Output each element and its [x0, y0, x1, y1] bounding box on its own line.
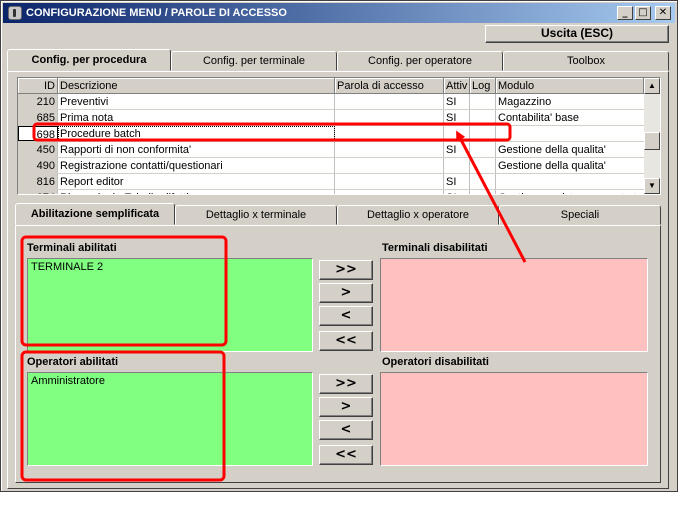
sub-tab-strip: Abilitazione semplificata Dettaglio x te… [15, 203, 661, 225]
cell-id[interactable]: 816 [18, 174, 58, 189]
terminals-move-left-button[interactable]: < [319, 306, 373, 326]
operators-enabled-list[interactable]: Amministratore [27, 372, 313, 466]
list-item[interactable]: Amministratore [31, 375, 309, 387]
cell-id[interactable]: 698 [18, 126, 58, 141]
cell-id[interactable]: 450 [18, 142, 58, 157]
terminals-enabled-label: Terminali abilitati [27, 242, 117, 254]
tab-config-operatore[interactable]: Config. per operatore [337, 51, 503, 71]
col-header-id[interactable]: ID [18, 78, 58, 93]
cell-id[interactable]: 674 [18, 190, 58, 194]
cell-log[interactable] [470, 158, 496, 173]
minimize-button[interactable]: _ [617, 6, 633, 20]
scroll-thumb[interactable] [644, 132, 660, 150]
cell-password[interactable] [335, 174, 444, 189]
tab-dettaglio-terminale[interactable]: Dettaglio x terminale [175, 205, 337, 225]
maximize-button[interactable]: □ [635, 6, 651, 20]
operators-move-all-right-button[interactable]: >> [319, 374, 373, 394]
cell-log[interactable] [470, 110, 496, 125]
operators-move-left-button[interactable]: < [319, 420, 373, 440]
tab-config-terminale[interactable]: Config. per terminale [171, 51, 337, 71]
col-header-log[interactable]: Log [470, 78, 496, 93]
top-tab-strip: Config. per procedura Config. per termin… [7, 49, 669, 71]
cell-module[interactable]: Magazzino [496, 94, 644, 109]
cell-module[interactable]: Gestione assistenza, contrat [496, 190, 644, 194]
grid-body: ID Descrizione Parola di accesso Attiv L… [18, 78, 644, 194]
close-button[interactable]: ✕ [655, 6, 671, 20]
cell-log[interactable] [470, 174, 496, 189]
operators-move-right-button[interactable]: > [319, 397, 373, 417]
tab-speciali[interactable]: Speciali [499, 205, 661, 225]
window-title: CONFIGURAZIONE MENU / PAROLE DI ACCESSO [26, 7, 287, 19]
cell-password[interactable] [335, 110, 444, 125]
cell-active[interactable]: SI [444, 190, 470, 194]
col-header-description[interactable]: Descrizione [58, 78, 335, 93]
table-row[interactable]: 674Riparazioni - Tabella difetti SI Gestio… [18, 190, 644, 194]
table-row[interactable]: 210 Preventivi SI Magazzino [18, 94, 644, 110]
cell-description[interactable]: Preventivi [58, 94, 335, 109]
cell-active[interactable] [444, 158, 470, 173]
table-row[interactable]: 490 Registrazione contatti/questionari Ges… [18, 158, 644, 174]
cell-log[interactable] [470, 94, 496, 109]
cell-id[interactable]: 685 [18, 110, 58, 125]
scroll-down-button[interactable]: ▼ [644, 178, 660, 194]
operators-disabled-label: Operatori disabilitati [382, 356, 489, 368]
cell-description[interactable]: Report editor [58, 174, 335, 189]
cell-active[interactable]: SI [444, 110, 470, 125]
table-row[interactable]: 816 Report editor SI [18, 174, 644, 190]
cell-active[interactable]: SI [444, 142, 470, 157]
cell-module[interactable] [496, 174, 644, 189]
terminals-move-all-left-button[interactable]: << [319, 331, 373, 351]
cell-description[interactable]: Procedure batch [58, 126, 335, 141]
operators-disabled-list[interactable] [380, 372, 648, 466]
title-bar: CONFIGURAZIONE MENU / PAROLE DI ACCESSO … [3, 3, 675, 23]
cell-module[interactable]: Contabilita' base [496, 110, 644, 125]
list-item[interactable]: TERMINALE 2 [31, 261, 309, 273]
operators-move-all-left-button[interactable]: << [319, 445, 373, 465]
scroll-up-button[interactable]: ▲ [644, 78, 660, 94]
main-window: CONFIGURAZIONE MENU / PAROLE DI ACCESSO … [0, 0, 678, 492]
cell-password[interactable] [335, 126, 444, 141]
grid-scrollbar[interactable]: ▲ ▼ [644, 78, 660, 194]
cell-module[interactable]: Gestione della qualita' [496, 158, 644, 173]
col-header-module[interactable]: Modulo [496, 78, 644, 93]
tab-config-procedura[interactable]: Config. per procedura [7, 49, 171, 71]
cell-password[interactable] [335, 142, 444, 157]
cell-module[interactable] [496, 126, 644, 141]
cell-description[interactable]: Prima nota [58, 110, 335, 125]
terminals-disabled-list[interactable] [380, 258, 648, 352]
tab-toolbox[interactable]: Toolbox [503, 51, 669, 71]
grid-header: ID Descrizione Parola di accesso Attiv L… [18, 78, 644, 94]
cell-id[interactable]: 490 [18, 158, 58, 173]
table-row[interactable]: 698 Procedure batch [18, 126, 644, 142]
cell-description[interactable]: Riparazioni - Tabella difetti [58, 190, 335, 194]
cell-description[interactable]: Rapporti di non conformita' [58, 142, 335, 157]
operators-enabled-label: Operatori abilitati [27, 356, 119, 368]
cell-active[interactable] [444, 126, 470, 141]
cell-log[interactable] [470, 126, 496, 141]
cell-password[interactable] [335, 190, 444, 194]
cell-active[interactable]: SI [444, 94, 470, 109]
tab-abilitazione-semplificata[interactable]: Abilitazione semplificata [15, 203, 175, 225]
procedure-grid[interactable]: ID Descrizione Parola di accesso Attiv L… [17, 77, 661, 195]
cell-description[interactable]: Registrazione contatti/questionari [58, 158, 335, 173]
col-header-active[interactable]: Attiv [444, 78, 470, 93]
table-row[interactable]: 450 Rapporti di non conformita' SI Gestione… [18, 142, 644, 158]
cell-id[interactable]: 210 [18, 94, 58, 109]
cell-active[interactable]: SI [444, 174, 470, 189]
col-header-password[interactable]: Parola di accesso [335, 78, 444, 93]
terminals-disabled-label: Terminali disabilitati [382, 242, 488, 254]
cell-password[interactable] [335, 158, 444, 173]
cell-log[interactable] [470, 190, 496, 194]
cell-log[interactable] [470, 142, 496, 157]
cell-password[interactable] [335, 94, 444, 109]
terminals-move-all-right-button[interactable]: >> [319, 260, 373, 280]
cell-module[interactable]: Gestione della qualita' [496, 142, 644, 157]
terminals-move-right-button[interactable]: > [319, 283, 373, 303]
tab-dettaglio-operatore[interactable]: Dettaglio x operatore [337, 205, 499, 225]
terminals-enabled-list[interactable]: TERMINALE 2 [27, 258, 313, 352]
app-icon [8, 6, 22, 20]
exit-button[interactable]: Uscita (ESC) [485, 25, 669, 43]
table-row[interactable]: 685 Prima nota SI Contabilita' base [18, 110, 644, 126]
